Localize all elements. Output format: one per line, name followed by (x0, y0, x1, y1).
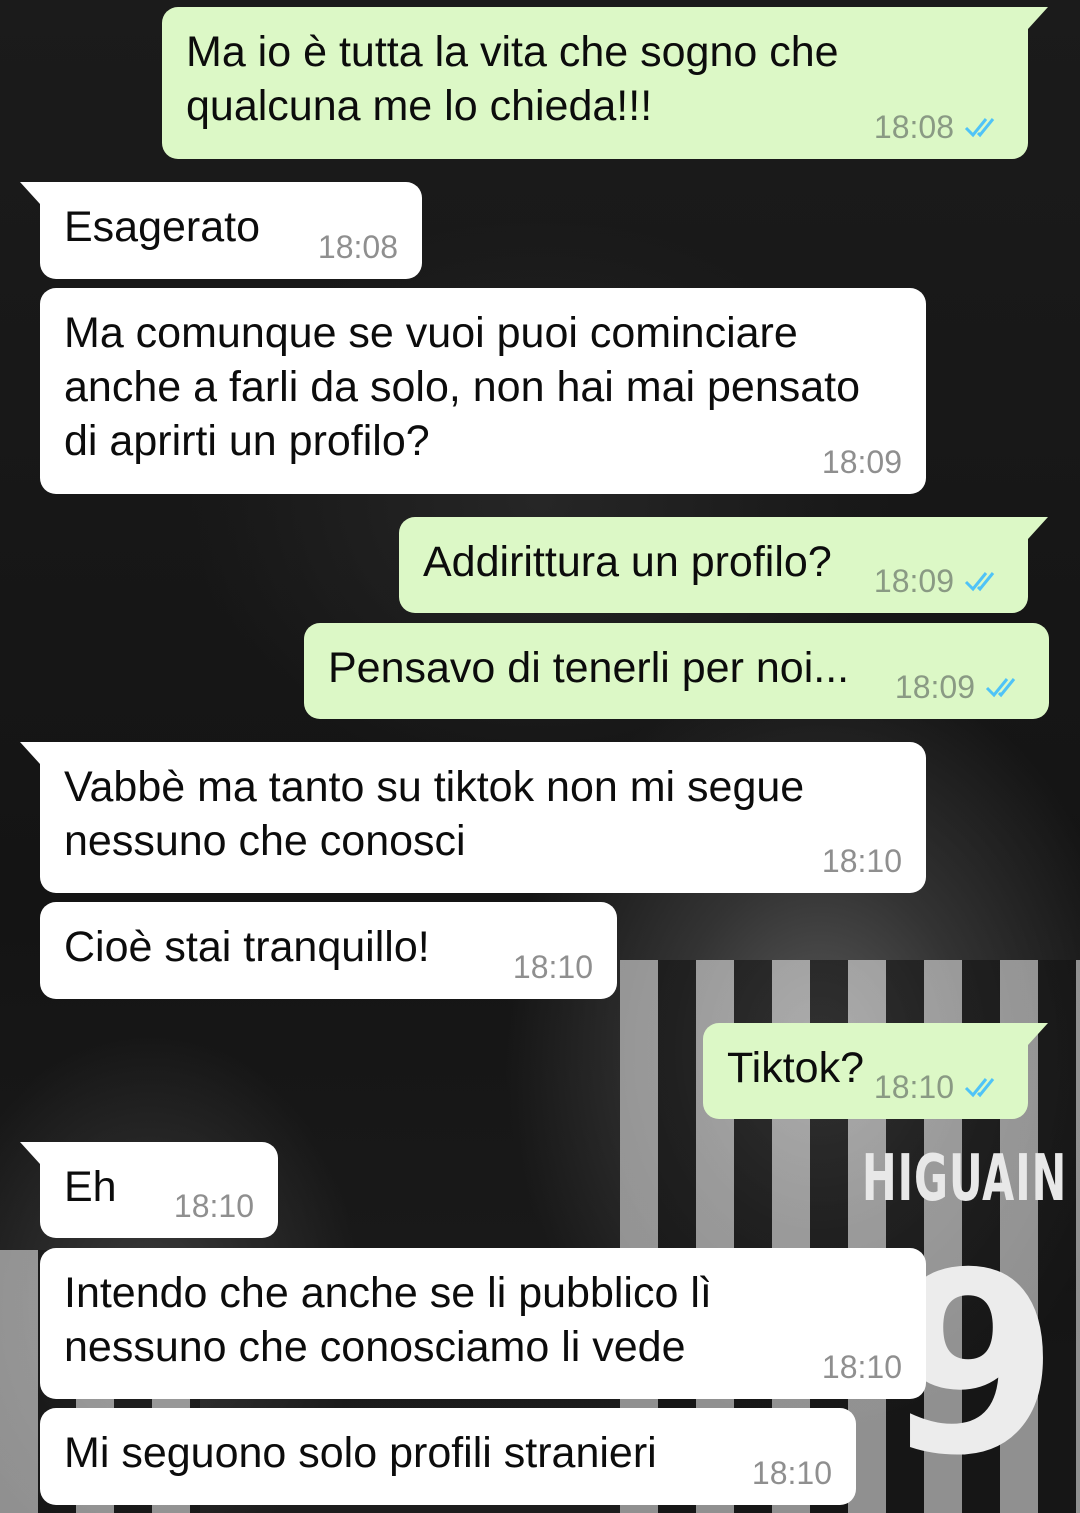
message-bubble-outgoing[interactable]: Tiktok? 18:10 (703, 1023, 1048, 1119)
read-receipt-icon (964, 572, 995, 592)
message-time: 18:09 (821, 444, 902, 480)
message-time: 18:10 (173, 1188, 254, 1224)
message-meta: 18:08 (874, 109, 1004, 145)
message-bubble-incoming[interactable]: Vabbè ma tanto su tiktok non mi segue ne… (20, 742, 926, 893)
message-text: Mi seguono solo profili stranieri (64, 1429, 657, 1477)
message-meta: 18:10 (174, 1188, 254, 1224)
message-meta: 18:10 (752, 1455, 832, 1491)
message-time: 18:09 (894, 669, 975, 705)
message-time: 18:08 (873, 109, 954, 145)
message-meta: 18:10 (822, 1349, 902, 1385)
read-receipt-icon (964, 118, 995, 138)
message-time: 18:10 (821, 843, 902, 879)
message-bubble-outgoing[interactable]: Addirittura un profilo? 18:09 (399, 517, 1048, 613)
message-time: 18:09 (873, 563, 954, 599)
message-bubble-outgoing[interactable]: Ma io è tutta la vita che sogno che qual… (162, 7, 1048, 159)
message-time: 18:10 (873, 1069, 954, 1105)
message-list[interactable]: Ma io è tutta la vita che sogno che qual… (0, 0, 1080, 1513)
read-receipt-icon (964, 1078, 995, 1098)
message-bubble-incoming[interactable]: Esagerato 18:08 (20, 182, 422, 279)
message-time: 18:10 (751, 1455, 832, 1491)
message-bubble-incoming[interactable]: Ma comunque se vuoi puoi cominciare anch… (40, 288, 926, 494)
message-bubble-incoming[interactable]: Cioè stai tranquillo! 18:10 (40, 902, 617, 999)
message-meta: 18:09 (874, 563, 1004, 599)
message-bubble-incoming[interactable]: Eh 18:10 (20, 1142, 278, 1238)
message-bubble-incoming[interactable]: Mi seguono solo profili stranieri 18:10 (40, 1408, 856, 1505)
message-text: Intendo che anche se li pubblico lì ness… (64, 1269, 712, 1371)
message-meta: 18:09 (822, 444, 902, 480)
message-time: 18:10 (512, 949, 593, 985)
message-meta: 18:08 (318, 229, 398, 265)
read-receipt-icon (985, 678, 1016, 698)
message-bubble-incoming[interactable]: Intendo che anche se li pubblico lì ness… (40, 1248, 926, 1399)
message-text: Ma comunque se vuoi puoi cominciare anch… (64, 309, 861, 465)
message-bubble-outgoing[interactable]: Pensavo di tenerli per noi... 18:09 (304, 623, 1049, 719)
message-meta: 18:10 (513, 949, 593, 985)
message-time: 18:08 (317, 229, 398, 265)
message-meta: 18:10 (822, 843, 902, 879)
message-meta: 18:10 (874, 1069, 1004, 1105)
message-time: 18:10 (821, 1349, 902, 1385)
message-text: Vabbè ma tanto su tiktok non mi segue ne… (64, 763, 805, 865)
message-meta: 18:09 (895, 669, 1025, 705)
